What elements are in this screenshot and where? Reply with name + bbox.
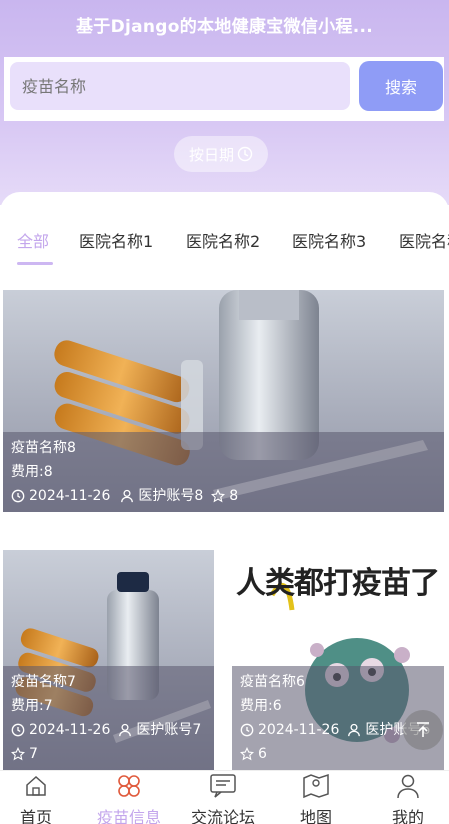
tabbar-label: 交流论坛 <box>190 808 255 824</box>
tab-all[interactable]: 全部 <box>17 228 49 252</box>
tabbar-label: 首页 <box>19 808 52 824</box>
vaccine-card[interactable]: 疫苗名称8 费用:8 2024-11-26 医护账号8 8 <box>3 290 444 512</box>
vaccine-fee: 费用:7 <box>11 698 53 714</box>
clock-icon <box>240 723 254 737</box>
grid-icon <box>118 775 140 797</box>
star-icon <box>11 747 25 761</box>
user-icon <box>121 489 134 503</box>
card-info-overlay: 疫苗名称7 费用:7 2024-11-26 医护账号7 7 <box>3 666 214 770</box>
star-count: 8 <box>229 488 239 504</box>
chat-icon <box>210 774 236 798</box>
star-count: 6 <box>258 746 267 762</box>
publish-date: 2024-11-26 <box>29 488 111 504</box>
clock-icon <box>11 723 25 737</box>
arrow-up-icon <box>417 722 429 737</box>
tabbar-item-forum[interactable]: 交流论坛 <box>178 771 268 824</box>
bottom-tab-bar: 首页 疫苗信息 交流论坛 地图 我的 <box>0 770 449 824</box>
user-icon <box>348 723 361 737</box>
page-title: 基于Django的本地健康宝微信小程... <box>75 17 374 37</box>
publish-date: 2024-11-26 <box>29 722 111 738</box>
home-icon <box>26 775 46 796</box>
category-tabs: 全部 医院名称1 医院名称2 医院名称3 医院名称4 <box>0 222 449 266</box>
staff-account: 医护账号7 <box>136 722 202 738</box>
active-tab-indicator <box>17 262 53 265</box>
date-filter-button[interactable]: 按日期 <box>174 136 268 172</box>
vaccine-fee: 费用:8 <box>11 464 53 480</box>
clock-icon <box>237 146 253 162</box>
tab-hospital-4[interactable]: 医院名称4 <box>399 228 449 252</box>
star-icon <box>211 489 226 503</box>
vaccine-fee: 费用:6 <box>240 698 282 714</box>
user-icon <box>397 774 419 799</box>
search-bar: 搜索 <box>4 57 444 121</box>
clock-icon <box>11 489 25 503</box>
tabbar-item-vaccine[interactable]: 疫苗信息 <box>84 771 174 824</box>
tab-hospital-3[interactable]: 医院名称3 <box>292 228 366 252</box>
tabbar-label: 疫苗信息 <box>96 808 161 824</box>
user-icon <box>119 723 132 737</box>
image-caption-text: 人类都打疫苗了 <box>236 566 440 601</box>
star-icon <box>240 747 254 761</box>
tabbar-label: 地图 <box>299 808 332 824</box>
vaccine-name: 疫苗名称6 <box>240 674 305 690</box>
star-count: 7 <box>29 746 38 762</box>
date-filter-label: 按日期 <box>188 145 234 164</box>
vaccine-name: 疫苗名称7 <box>11 674 76 690</box>
search-input[interactable] <box>10 62 350 110</box>
staff-account: 医护账号8 <box>138 488 204 504</box>
publish-date: 2024-11-26 <box>258 722 340 738</box>
back-to-top-button[interactable] <box>403 710 443 750</box>
card-info-overlay: 疫苗名称8 费用:8 2024-11-26 医护账号8 8 <box>3 432 444 512</box>
vaccine-name: 疫苗名称8 <box>11 440 76 456</box>
tab-hospital-2[interactable]: 医院名称2 <box>186 228 260 252</box>
tab-hospital-1[interactable]: 医院名称1 <box>79 228 153 252</box>
tabbar-item-map[interactable]: 地图 <box>271 771 361 824</box>
search-button[interactable]: 搜索 <box>359 61 443 111</box>
tabbar-label: 我的 <box>391 808 424 824</box>
tabbar-item-home[interactable]: 首页 <box>0 771 81 824</box>
map-icon <box>303 773 329 799</box>
vaccine-card[interactable]: 疫苗名称7 费用:7 2024-11-26 医护账号7 7 <box>3 550 214 770</box>
tabbar-item-mine[interactable]: 我的 <box>363 771 449 824</box>
